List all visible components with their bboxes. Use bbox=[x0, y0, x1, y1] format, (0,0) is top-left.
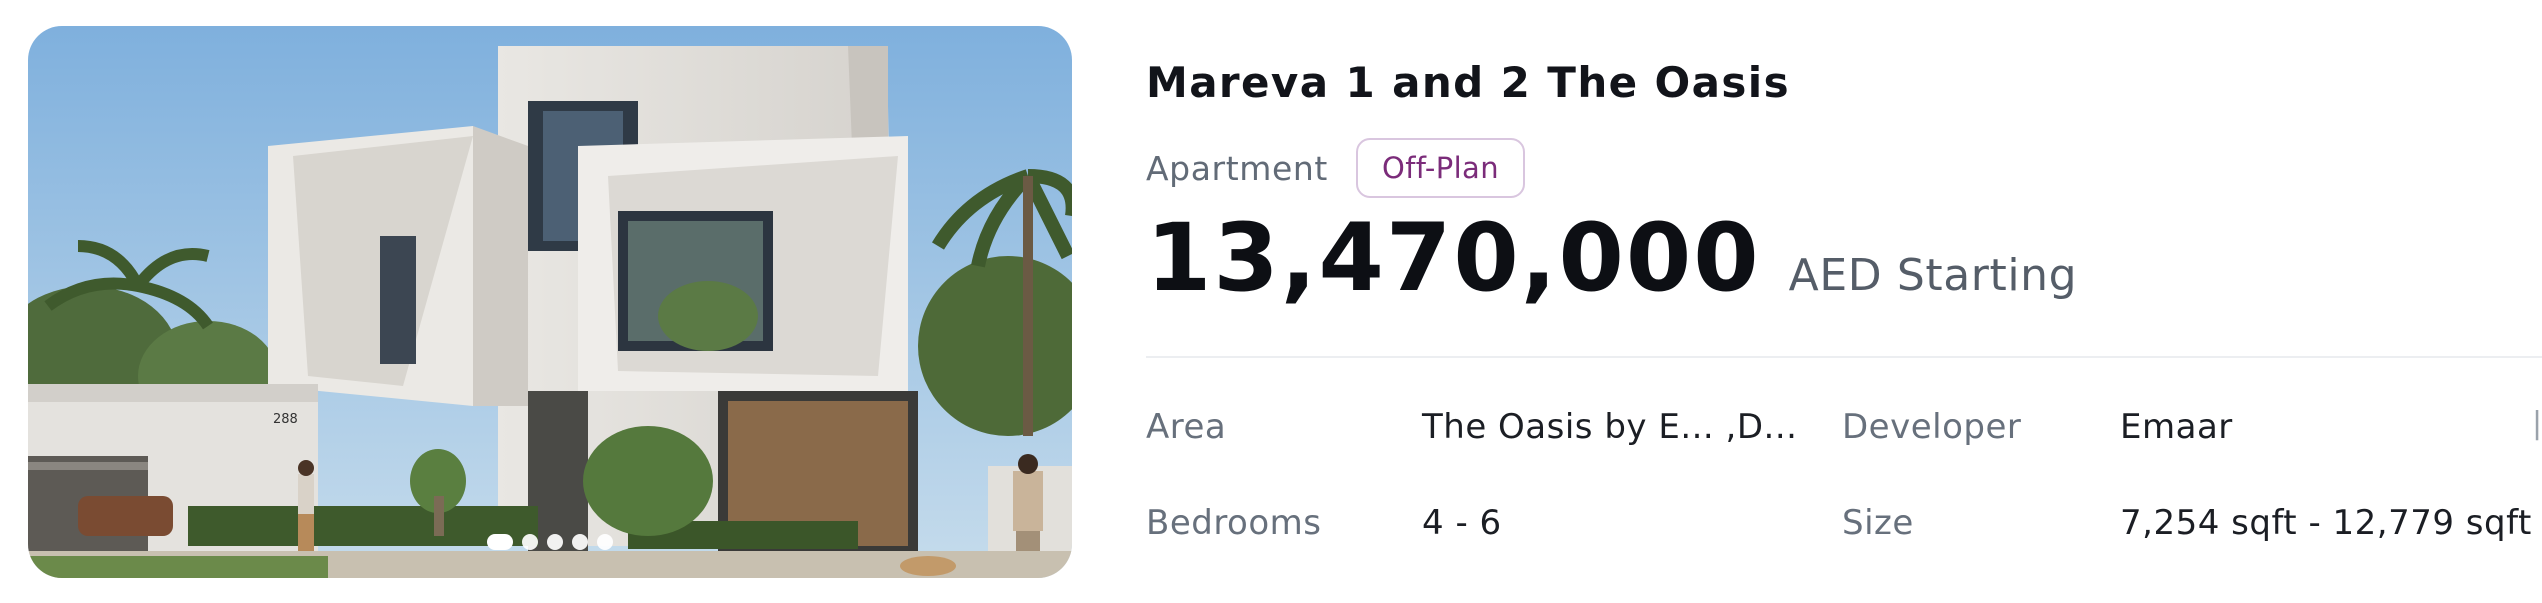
price-row: 13,470,000 AED Starting bbox=[1146, 212, 2077, 306]
size-value: 7,254 sqft - 12,779 sqft bbox=[2120, 503, 2532, 543]
price-value: 13,470,000 bbox=[1146, 204, 1761, 313]
developer-label: Developer bbox=[1842, 407, 2022, 447]
property-image-gallery[interactable]: 288 bbox=[28, 26, 1072, 578]
property-card[interactable]: 288 Mareva 1 and 2 The Oasis Apartment O… bbox=[0, 0, 2542, 603]
gallery-dot[interactable] bbox=[547, 534, 563, 550]
price-suffix: AED Starting bbox=[1788, 250, 2078, 301]
gallery-dot[interactable] bbox=[597, 534, 613, 550]
gallery-dot[interactable] bbox=[572, 534, 588, 550]
gallery-dot[interactable] bbox=[522, 534, 538, 550]
property-type: Apartment bbox=[1146, 148, 1328, 188]
overflow-edge-mark: | bbox=[2532, 406, 2542, 441]
gallery-pagination bbox=[28, 534, 1072, 550]
bedrooms-value: 4 - 6 bbox=[1422, 503, 1502, 543]
property-meta: Apartment Off-Plan bbox=[1146, 138, 1525, 198]
svg-text:288: 288 bbox=[273, 412, 298, 427]
property-info: Mareva 1 and 2 The Oasis Apartment Off-P… bbox=[1146, 0, 2542, 603]
developer-value: Emaar bbox=[2120, 407, 2233, 447]
gallery-dot-active[interactable] bbox=[487, 534, 513, 550]
area-value: The Oasis by E... ,D... bbox=[1422, 407, 1798, 447]
property-photo: 288 bbox=[28, 26, 1072, 578]
divider bbox=[1146, 356, 2542, 358]
property-title[interactable]: Mareva 1 and 2 The Oasis bbox=[1146, 58, 1790, 107]
status-badge: Off-Plan bbox=[1355, 138, 1525, 198]
area-label: Area bbox=[1146, 407, 1227, 447]
size-label: Size bbox=[1842, 503, 1914, 543]
bedrooms-label: Bedrooms bbox=[1146, 503, 1322, 543]
